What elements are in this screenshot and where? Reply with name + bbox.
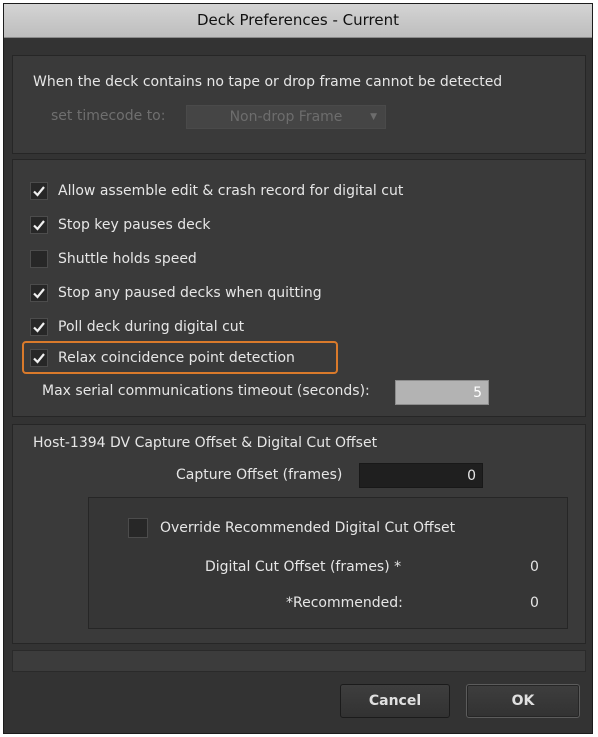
option-label: Stop key pauses deck bbox=[58, 217, 211, 233]
no-tape-heading: When the deck contains no tape or drop f… bbox=[33, 74, 503, 90]
serial-timeout-input[interactable]: 5 bbox=[395, 380, 489, 405]
option-label: Relax coincidence point detection bbox=[58, 350, 295, 366]
check-icon bbox=[33, 353, 45, 364]
option-relax-coincidence[interactable]: Relax coincidence point detection bbox=[30, 347, 295, 369]
option-label: Stop any paused decks when quitting bbox=[58, 285, 322, 301]
ok-button[interactable]: OK bbox=[466, 684, 580, 718]
chevron-down-icon: ▼ bbox=[370, 112, 377, 122]
checkbox[interactable] bbox=[128, 518, 148, 538]
check-icon bbox=[33, 220, 45, 231]
serial-timeout-label: Max serial communications timeout (secon… bbox=[42, 383, 370, 399]
option-allow-assemble-edit[interactable]: Allow assemble edit & crash record for d… bbox=[30, 180, 403, 202]
option-label: Override Recommended Digital Cut Offset bbox=[160, 520, 456, 536]
option-override-digital-cut[interactable]: Override Recommended Digital Cut Offset bbox=[128, 517, 455, 539]
timecode-select-value: Non-drop Frame bbox=[229, 109, 343, 125]
empty-status-strip bbox=[12, 650, 586, 672]
option-label: Poll deck during digital cut bbox=[58, 319, 245, 335]
checkbox[interactable] bbox=[30, 349, 48, 367]
checkbox[interactable] bbox=[30, 182, 48, 200]
digital-cut-offset-label: Digital Cut Offset (frames) * bbox=[205, 559, 402, 575]
timecode-select[interactable]: Non-drop Frame ▼ bbox=[186, 105, 386, 129]
check-icon bbox=[33, 322, 45, 333]
offsets-heading: Host-1394 DV Capture Offset & Digital Cu… bbox=[33, 435, 378, 451]
option-label: Shuttle holds speed bbox=[58, 251, 197, 267]
checkbox[interactable] bbox=[30, 216, 48, 234]
option-shuttle-holds-speed[interactable]: Shuttle holds speed bbox=[30, 248, 197, 270]
option-stop-key-pauses-deck[interactable]: Stop key pauses deck bbox=[30, 214, 211, 236]
capture-offset-label: Capture Offset (frames) bbox=[176, 467, 343, 483]
recommended-value: 0 bbox=[530, 595, 539, 611]
dialog-title: Deck Preferences - Current bbox=[4, 4, 592, 38]
checkbox[interactable] bbox=[30, 250, 48, 268]
check-icon bbox=[33, 186, 45, 197]
set-timecode-label: set timecode to: bbox=[51, 108, 166, 124]
option-label: Allow assemble edit & crash record for d… bbox=[58, 183, 404, 199]
deck-preferences-dialog: Deck Preferences - Current When the deck… bbox=[3, 3, 593, 734]
recommended-label: *Recommended: bbox=[286, 595, 403, 611]
option-poll-deck[interactable]: Poll deck during digital cut bbox=[30, 316, 244, 338]
checkbox[interactable] bbox=[30, 284, 48, 302]
option-stop-paused-decks[interactable]: Stop any paused decks when quitting bbox=[30, 282, 322, 304]
digital-cut-offset-value: 0 bbox=[530, 559, 539, 575]
capture-offset-input[interactable]: 0 bbox=[359, 463, 483, 488]
check-icon bbox=[33, 288, 45, 299]
checkbox[interactable] bbox=[30, 318, 48, 336]
cancel-button[interactable]: Cancel bbox=[340, 684, 450, 718]
